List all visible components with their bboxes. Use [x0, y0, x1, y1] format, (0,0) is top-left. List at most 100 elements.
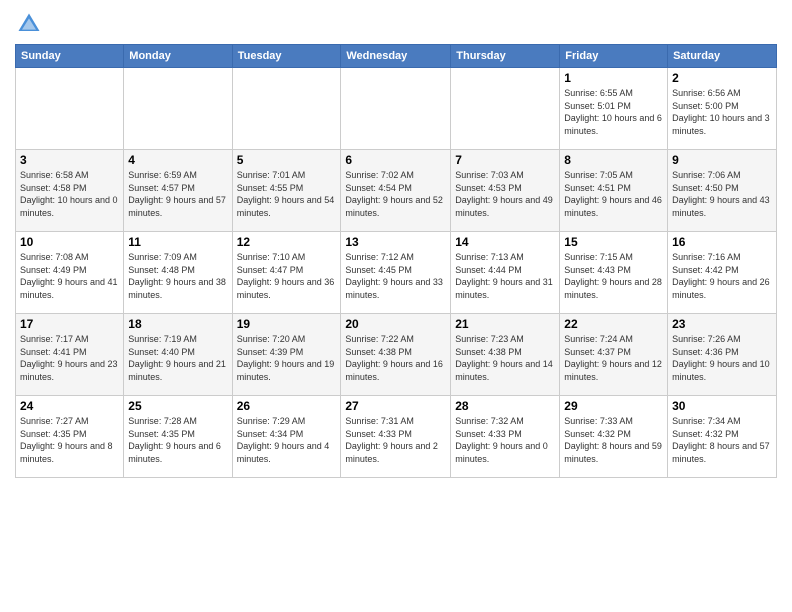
calendar-cell: 18 Sunrise: 7:19 AM Sunset: 4:40 PM Dayli…: [124, 314, 232, 396]
day-number: 1: [564, 71, 663, 85]
calendar-week-row: 24 Sunrise: 7:27 AM Sunset: 4:35 PM Dayli…: [16, 396, 777, 478]
weekday-header-row: SundayMondayTuesdayWednesdayThursdayFrid…: [16, 45, 777, 68]
calendar-cell: 21 Sunrise: 7:23 AM Sunset: 4:38 PM Dayli…: [451, 314, 560, 396]
calendar-cell: 22 Sunrise: 7:24 AM Sunset: 4:37 PM Dayli…: [560, 314, 668, 396]
day-number: 16: [672, 235, 772, 249]
day-info: Sunrise: 6:56 AM Sunset: 5:00 PM Dayligh…: [672, 87, 772, 137]
day-number: 17: [20, 317, 119, 331]
calendar-cell: 5Sunrise: 7:01 AM Sunset: 4:55 PM Daylig…: [232, 150, 341, 232]
day-info: Sunrise: 7:33 AM Sunset: 4:32 PM Dayligh…: [564, 415, 663, 465]
calendar-cell: 12 Sunrise: 7:10 AM Sunset: 4:47 PM Dayli…: [232, 232, 341, 314]
calendar-cell: [232, 68, 341, 150]
day-info: Sunrise: 7:17 AM Sunset: 4:41 PM Dayligh…: [20, 333, 119, 383]
calendar-cell: 17 Sunrise: 7:17 AM Sunset: 4:41 PM Dayli…: [16, 314, 124, 396]
day-number: 28: [455, 399, 555, 413]
day-number: 30: [672, 399, 772, 413]
calendar-cell: 23 Sunrise: 7:26 AM Sunset: 4:36 PM Dayli…: [668, 314, 777, 396]
day-info: Sunrise: 7:05 AM Sunset: 4:51 PM Dayligh…: [564, 169, 663, 219]
calendar-cell: 4Sunrise: 6:59 AM Sunset: 4:57 PM Daylig…: [124, 150, 232, 232]
day-info: Sunrise: 7:26 AM Sunset: 4:36 PM Dayligh…: [672, 333, 772, 383]
calendar-cell: 25Sunrise: 7:28 AM Sunset: 4:35 PM Dayli…: [124, 396, 232, 478]
day-info: Sunrise: 7:23 AM Sunset: 4:38 PM Dayligh…: [455, 333, 555, 383]
day-info: Sunrise: 7:16 AM Sunset: 4:42 PM Dayligh…: [672, 251, 772, 301]
day-info: Sunrise: 7:15 AM Sunset: 4:43 PM Dayligh…: [564, 251, 663, 301]
calendar-cell: [16, 68, 124, 150]
calendar-cell: 19Sunrise: 7:20 AM Sunset: 4:39 PM Dayli…: [232, 314, 341, 396]
day-info: Sunrise: 7:10 AM Sunset: 4:47 PM Dayligh…: [237, 251, 337, 301]
day-info: Sunrise: 7:12 AM Sunset: 4:45 PM Dayligh…: [345, 251, 446, 301]
calendar-cell: 14 Sunrise: 7:13 AM Sunset: 4:44 PM Dayli…: [451, 232, 560, 314]
day-number: 10: [20, 235, 119, 249]
weekday-header: Tuesday: [232, 45, 341, 68]
day-number: 24: [20, 399, 119, 413]
day-number: 25: [128, 399, 227, 413]
day-info: Sunrise: 7:03 AM Sunset: 4:53 PM Dayligh…: [455, 169, 555, 219]
day-info: Sunrise: 7:09 AM Sunset: 4:48 PM Dayligh…: [128, 251, 227, 301]
calendar-cell: 24 Sunrise: 7:27 AM Sunset: 4:35 PM Dayli…: [16, 396, 124, 478]
day-number: 6: [345, 153, 446, 167]
calendar-cell: [341, 68, 451, 150]
day-number: 12: [237, 235, 337, 249]
calendar-week-row: 3 Sunrise: 6:58 AM Sunset: 4:58 PM Daylig…: [16, 150, 777, 232]
calendar-cell: 30 Sunrise: 7:34 AM Sunset: 4:32 PM Dayli…: [668, 396, 777, 478]
day-info: Sunrise: 6:55 AM Sunset: 5:01 PM Dayligh…: [564, 87, 663, 137]
day-number: 27: [345, 399, 446, 413]
day-number: 29: [564, 399, 663, 413]
day-number: 21: [455, 317, 555, 331]
calendar-cell: 29 Sunrise: 7:33 AM Sunset: 4:32 PM Dayli…: [560, 396, 668, 478]
weekday-header: Friday: [560, 45, 668, 68]
calendar-week-row: 1 Sunrise: 6:55 AM Sunset: 5:01 PM Daylig…: [16, 68, 777, 150]
calendar-container: SundayMondayTuesdayWednesdayThursdayFrid…: [0, 0, 792, 612]
calendar-cell: 13 Sunrise: 7:12 AM Sunset: 4:45 PM Dayli…: [341, 232, 451, 314]
day-number: 5: [237, 153, 337, 167]
calendar-cell: [124, 68, 232, 150]
day-number: 7: [455, 153, 555, 167]
calendar-cell: 9Sunrise: 7:06 AM Sunset: 4:50 PM Daylig…: [668, 150, 777, 232]
day-info: Sunrise: 7:34 AM Sunset: 4:32 PM Dayligh…: [672, 415, 772, 465]
logo: [15, 10, 47, 38]
calendar-cell: 10Sunrise: 7:08 AM Sunset: 4:49 PM Dayli…: [16, 232, 124, 314]
day-info: Sunrise: 7:02 AM Sunset: 4:54 PM Dayligh…: [345, 169, 446, 219]
calendar-cell: 6 Sunrise: 7:02 AM Sunset: 4:54 PM Daylig…: [341, 150, 451, 232]
calendar-cell: 8 Sunrise: 7:05 AM Sunset: 4:51 PM Daylig…: [560, 150, 668, 232]
day-info: Sunrise: 7:24 AM Sunset: 4:37 PM Dayligh…: [564, 333, 663, 383]
day-number: 18: [128, 317, 227, 331]
calendar-cell: 28 Sunrise: 7:32 AM Sunset: 4:33 PM Dayli…: [451, 396, 560, 478]
day-info: Sunrise: 6:59 AM Sunset: 4:57 PM Dayligh…: [128, 169, 227, 219]
calendar-cell: 1 Sunrise: 6:55 AM Sunset: 5:01 PM Daylig…: [560, 68, 668, 150]
day-number: 14: [455, 235, 555, 249]
weekday-header: Saturday: [668, 45, 777, 68]
day-info: Sunrise: 7:22 AM Sunset: 4:38 PM Dayligh…: [345, 333, 446, 383]
day-info: Sunrise: 7:13 AM Sunset: 4:44 PM Dayligh…: [455, 251, 555, 301]
day-number: 2: [672, 71, 772, 85]
day-number: 22: [564, 317, 663, 331]
day-info: Sunrise: 7:29 AM Sunset: 4:34 PM Dayligh…: [237, 415, 337, 465]
logo-icon: [15, 10, 43, 38]
header-row: [15, 10, 777, 38]
day-info: Sunrise: 7:20 AM Sunset: 4:39 PM Dayligh…: [237, 333, 337, 383]
day-info: Sunrise: 7:32 AM Sunset: 4:33 PM Dayligh…: [455, 415, 555, 465]
calendar-week-row: 10Sunrise: 7:08 AM Sunset: 4:49 PM Dayli…: [16, 232, 777, 314]
calendar-cell: 2 Sunrise: 6:56 AM Sunset: 5:00 PM Daylig…: [668, 68, 777, 150]
calendar-cell: 27 Sunrise: 7:31 AM Sunset: 4:33 PM Dayli…: [341, 396, 451, 478]
weekday-header: Monday: [124, 45, 232, 68]
calendar-cell: 15 Sunrise: 7:15 AM Sunset: 4:43 PM Dayli…: [560, 232, 668, 314]
day-number: 23: [672, 317, 772, 331]
weekday-header: Wednesday: [341, 45, 451, 68]
day-number: 20: [345, 317, 446, 331]
day-number: 3: [20, 153, 119, 167]
calendar-week-row: 17 Sunrise: 7:17 AM Sunset: 4:41 PM Dayli…: [16, 314, 777, 396]
calendar-cell: 7 Sunrise: 7:03 AM Sunset: 4:53 PM Daylig…: [451, 150, 560, 232]
weekday-header: Sunday: [16, 45, 124, 68]
day-number: 13: [345, 235, 446, 249]
day-number: 15: [564, 235, 663, 249]
day-number: 11: [128, 235, 227, 249]
calendar-table: SundayMondayTuesdayWednesdayThursdayFrid…: [15, 44, 777, 478]
day-number: 8: [564, 153, 663, 167]
calendar-cell: [451, 68, 560, 150]
day-info: Sunrise: 7:31 AM Sunset: 4:33 PM Dayligh…: [345, 415, 446, 465]
day-info: Sunrise: 7:27 AM Sunset: 4:35 PM Dayligh…: [20, 415, 119, 465]
day-info: Sunrise: 7:19 AM Sunset: 4:40 PM Dayligh…: [128, 333, 227, 383]
calendar-cell: 16 Sunrise: 7:16 AM Sunset: 4:42 PM Dayli…: [668, 232, 777, 314]
day-info: Sunrise: 6:58 AM Sunset: 4:58 PM Dayligh…: [20, 169, 119, 219]
